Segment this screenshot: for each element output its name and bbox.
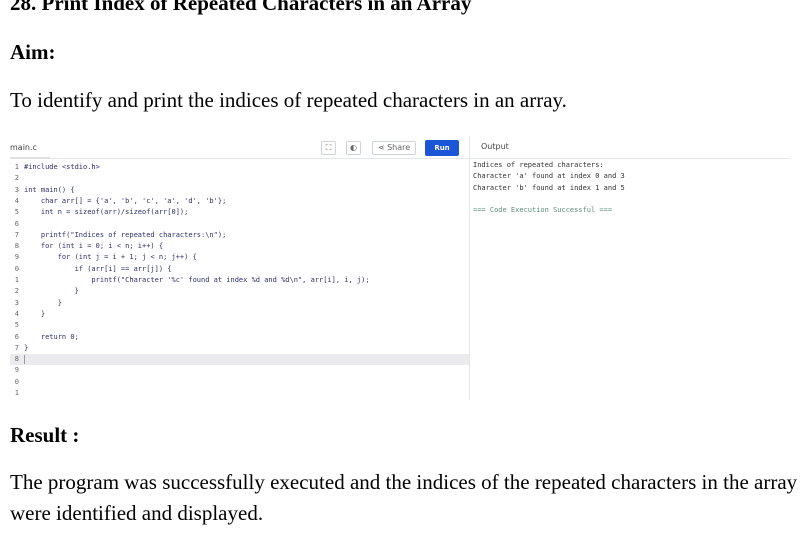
share-button[interactable]: ⋖ Share	[372, 141, 416, 155]
output-line: Character 'a' found at index 0 and 3	[473, 172, 625, 181]
code-line[interactable]: 2	[10, 173, 469, 184]
code-line[interactable]: 4 char arr[] = {'a', 'b', 'c', 'a', 'd',…	[10, 196, 469, 207]
output-line: Character 'b' found at index 1 and 5	[473, 183, 625, 192]
line-number: 1	[14, 276, 19, 284]
code-text: for (int j = i + 1; j < n; j++) {	[24, 253, 197, 262]
code-line[interactable]: 1 #include <stdio.h>	[10, 162, 469, 173]
aim-text: To identify and print the indices of rep…	[10, 88, 567, 112]
code-line[interactable]: 8	[10, 354, 469, 366]
code-text: }	[24, 343, 29, 352]
output-panel: Indices of repeated characters: Character…	[473, 159, 791, 400]
page-title: 28. Print Index of Repeated Characters i…	[10, 0, 472, 15]
code-editor-screenshot: main.c ⛶ ◐ ⋖ Share Run Output 1 #include …	[10, 136, 791, 400]
code-line[interactable]: 1 printf("Character '%c' found at index …	[10, 275, 469, 286]
code-text: printf("Character '%c' found at index %d…	[24, 276, 370, 284]
code-line[interactable]: 0	[10, 377, 469, 388]
share-label: Share	[387, 143, 411, 152]
run-button[interactable]: Run	[425, 140, 459, 156]
code-line[interactable]: 6	[10, 219, 469, 230]
code-line[interactable]: 6 return 0;	[10, 332, 469, 343]
line-number: 4	[14, 309, 19, 318]
code-line[interactable]: 8- for (int i = 0; i < n; i++) {	[10, 241, 469, 252]
code-text: if (arr[i] == arr[j]) {	[24, 264, 172, 273]
editor-toolbar: main.c ⛶ ◐ ⋖ Share Run Output	[10, 136, 791, 159]
fold-toggle-icon[interactable]: -	[17, 264, 21, 275]
fullscreen-button[interactable]: ⛶	[321, 141, 336, 155]
output-line: Indices of repeated characters:	[473, 161, 604, 169]
line-number: 7	[14, 343, 19, 352]
fold-toggle-icon[interactable]: -	[17, 252, 21, 263]
aim-heading: Aim:	[10, 40, 56, 64]
line-number: 6	[14, 219, 19, 228]
expand-icon: ⛶	[325, 143, 332, 152]
code-line[interactable]: 5	[10, 320, 469, 331]
code-text: for (int i = 0; i < n; i++) {	[24, 242, 164, 251]
line-number: 1	[14, 389, 19, 397]
code-text: int main() {	[24, 185, 75, 194]
line-number: 2	[14, 174, 19, 183]
code-text: }	[24, 298, 62, 307]
code-line[interactable]: 3- int main() {	[10, 185, 469, 196]
code-text: }	[24, 309, 46, 318]
code-line[interactable]: 3 }	[10, 298, 469, 309]
code-line[interactable]: 9- for (int j = i + 1; j < n; j++) {	[10, 252, 469, 263]
line-number: 2	[14, 287, 19, 296]
code-line[interactable]: 7 printf("Indices of repeated characters…	[10, 230, 469, 241]
code-text: char arr[] = {'a', 'b', 'c', 'a', 'd', '…	[24, 196, 227, 205]
file-tab[interactable]: main.c	[10, 143, 37, 152]
code-line[interactable]: 9	[10, 365, 469, 376]
share-icon: ⋖	[377, 143, 385, 152]
result-heading: Result :	[10, 423, 80, 447]
code-line[interactable]: 5 int n = sizeof(arr)/sizeof(arr[0]);	[10, 207, 469, 218]
theme-toggle-button[interactable]: ◐	[346, 141, 361, 155]
fold-toggle-icon[interactable]: -	[17, 241, 21, 252]
theme-icon: ◐	[350, 143, 357, 152]
code-text: return 0;	[24, 332, 79, 341]
code-text: printf("Indices of repeated characters:\…	[24, 230, 227, 239]
line-number: 1	[14, 163, 19, 171]
code-line[interactable]: 0- if (arr[i] == arr[j]) {	[10, 264, 469, 275]
code-text: }	[24, 287, 79, 296]
code-area[interactable]: 1 #include <stdio.h> 2 3- int main() {4 char…	[10, 159, 469, 400]
output-line: === Code Execution Successful ===	[473, 206, 613, 215]
code-line[interactable]: 4 }	[10, 309, 469, 320]
code-text: #include <stdio.h>	[24, 163, 100, 171]
line-number: 3	[14, 298, 19, 307]
text-cursor	[24, 355, 25, 365]
code-line[interactable]: 1	[10, 388, 469, 399]
code-text: int n = sizeof(arr)/sizeof(arr[0]);	[24, 208, 189, 217]
line-number: 4	[14, 196, 19, 205]
line-number: 7	[14, 230, 19, 239]
line-number: 5	[14, 208, 19, 217]
fold-toggle-icon[interactable]: -	[17, 185, 21, 196]
result-text: The program was successfully executed an…	[10, 470, 798, 525]
line-number: 9	[14, 366, 19, 375]
line-number: 6	[14, 332, 19, 341]
line-number: 8	[14, 355, 19, 364]
code-line[interactable]: 2 }	[10, 286, 469, 297]
output-label: Output	[481, 142, 509, 151]
code-line[interactable]: 7}	[10, 343, 469, 354]
line-number: 5	[14, 321, 19, 330]
line-number: 0	[14, 377, 19, 386]
panel-divider[interactable]	[469, 136, 470, 400]
